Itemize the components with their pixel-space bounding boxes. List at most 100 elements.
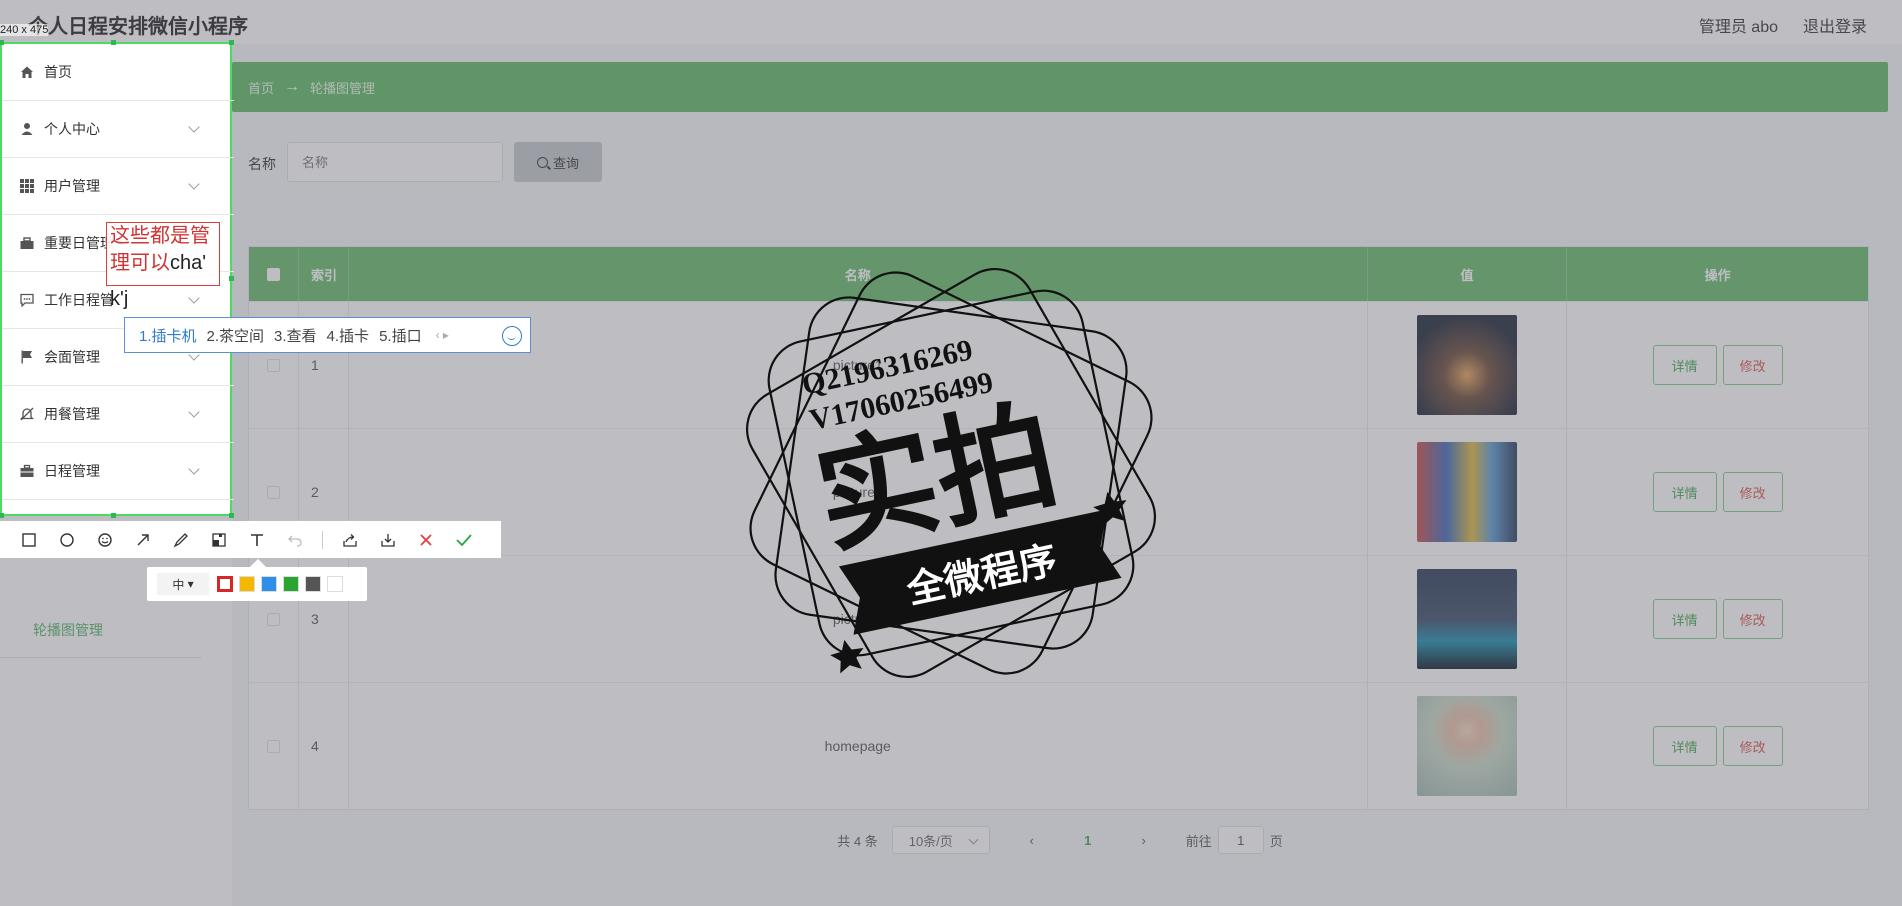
ime-page-arrows-icon[interactable]: ‹ ▸ bbox=[436, 328, 449, 342]
row-image-cell bbox=[1368, 683, 1568, 809]
admin-label: 管理员 abo bbox=[1698, 19, 1778, 36]
prev-page-icon[interactable]: ‹ bbox=[1020, 833, 1044, 848]
top-bar: 个人日程安排微信小程序 管理员 abo 退出登录 bbox=[0, 0, 1902, 44]
select-all-checkbox[interactable] bbox=[266, 267, 280, 281]
page-size-select[interactable]: 10条/页 bbox=[891, 826, 990, 854]
header-value[interactable]: 值 bbox=[1368, 247, 1568, 301]
text-style-bar: 中 ▾ bbox=[147, 559, 367, 601]
detail-button[interactable]: 详情 bbox=[1652, 726, 1717, 766]
next-page-icon[interactable]: › bbox=[1132, 833, 1156, 848]
edit-button[interactable]: 修改 bbox=[1722, 472, 1783, 512]
resize-handle[interactable] bbox=[229, 513, 234, 518]
ime-candidate[interactable]: 1.插卡机 bbox=[139, 325, 197, 346]
ime-candidate[interactable]: 2.茶空间 bbox=[207, 325, 265, 346]
detail-button[interactable]: 详情 bbox=[1652, 472, 1717, 512]
sidebar-item-users[interactable]: 用户管理 bbox=[2, 158, 234, 215]
annotation-text-box[interactable]: 这些都是管理可以cha' bbox=[106, 222, 220, 286]
breadcrumb-current: 轮播图管理 bbox=[310, 80, 376, 96]
row-name: picture2 bbox=[349, 429, 1368, 555]
app-title: 个人日程安排微信小程序 bbox=[28, 16, 248, 38]
breadcrumb-arrow-icon: → bbox=[284, 78, 301, 95]
goto-suffix: 页 bbox=[1269, 833, 1283, 849]
goto-page-input[interactable]: 1 bbox=[1217, 826, 1264, 854]
bell-off-icon bbox=[20, 407, 34, 421]
annotation-typing: cha' bbox=[170, 252, 207, 274]
ime-candidate[interactable]: 4.插卡 bbox=[327, 325, 370, 346]
sidebar-item-personal[interactable]: 个人中心 bbox=[2, 101, 234, 158]
resize-handle[interactable] bbox=[0, 40, 4, 45]
ime-candidate[interactable]: 5.插口 bbox=[379, 325, 422, 346]
resize-handle[interactable] bbox=[0, 513, 4, 518]
resize-handle[interactable] bbox=[229, 40, 234, 45]
row-image-cell bbox=[1368, 556, 1568, 682]
emoji-tool-icon[interactable] bbox=[94, 529, 116, 551]
row-image-cell bbox=[1368, 302, 1568, 428]
edit-button[interactable]: 修改 bbox=[1722, 599, 1783, 639]
download-icon[interactable] bbox=[377, 529, 399, 551]
portrait-thumbnail[interactable] bbox=[1417, 696, 1517, 796]
color-swatch-green[interactable] bbox=[283, 576, 299, 592]
close-icon[interactable] bbox=[415, 529, 437, 551]
goto-prefix: 前往 bbox=[1185, 833, 1212, 849]
sidebar-item-schedule[interactable]: 日程管理 bbox=[2, 443, 234, 500]
undo-icon[interactable] bbox=[284, 529, 306, 551]
confirm-check-icon[interactable] bbox=[453, 529, 475, 551]
row-checkbox[interactable] bbox=[266, 739, 280, 753]
row-index: 4 bbox=[299, 683, 349, 809]
share-icon[interactable] bbox=[339, 529, 361, 551]
sidebar-item-meals[interactable]: 用餐管理 bbox=[2, 386, 234, 443]
search-icon bbox=[536, 156, 548, 168]
resize-handle[interactable] bbox=[111, 40, 116, 45]
briefcase-icon bbox=[20, 237, 34, 249]
search-button[interactable]: 查询 bbox=[514, 142, 602, 182]
sidebar-item-label: 日程管理 bbox=[44, 463, 100, 479]
pen-tool-icon[interactable] bbox=[170, 529, 192, 551]
resize-handle[interactable] bbox=[229, 276, 234, 281]
header-index[interactable]: 索引 bbox=[299, 247, 349, 301]
color-swatch-white[interactable] bbox=[327, 576, 343, 592]
row-checkbox[interactable] bbox=[266, 358, 280, 372]
main-content: 首页 → 轮播图管理 名称 查询 索引 名称 值 操作 1 picture1 详… bbox=[232, 44, 1902, 906]
row-image-cell bbox=[1368, 429, 1568, 555]
sidebar-subitem-carousel[interactable]: 轮播图管理 bbox=[0, 602, 202, 658]
page-number[interactable]: 1 bbox=[1076, 833, 1100, 848]
font-size-select[interactable]: 中 ▾ bbox=[157, 573, 209, 595]
edit-button[interactable]: 修改 bbox=[1722, 345, 1783, 385]
color-swatch-gray[interactable] bbox=[305, 576, 321, 592]
row-checkbox[interactable] bbox=[266, 612, 280, 626]
rectangle-tool-icon[interactable] bbox=[18, 529, 40, 551]
header-name[interactable]: 名称 bbox=[349, 247, 1368, 301]
ellipse-tool-icon[interactable] bbox=[56, 529, 78, 551]
toolbar-divider bbox=[322, 530, 323, 549]
chevron-down-icon bbox=[188, 292, 200, 304]
color-swatch-yellow[interactable] bbox=[239, 576, 255, 592]
search-label: 名称 bbox=[248, 156, 276, 172]
city-night-thumbnail[interactable] bbox=[1417, 315, 1517, 415]
color-swatch-red[interactable] bbox=[217, 576, 233, 592]
logout-link[interactable]: 退出登录 bbox=[1803, 13, 1867, 37]
detail-button[interactable]: 详情 bbox=[1652, 345, 1717, 385]
city-colorful-thumbnail[interactable] bbox=[1417, 442, 1517, 542]
chevron-down-icon bbox=[188, 121, 200, 133]
chevron-down-icon bbox=[188, 463, 200, 475]
resize-handle[interactable] bbox=[111, 513, 116, 518]
chat-icon bbox=[20, 293, 34, 307]
search-input[interactable] bbox=[287, 142, 503, 182]
row-checkbox[interactable] bbox=[266, 485, 280, 499]
color-swatch-blue[interactable] bbox=[261, 576, 277, 592]
ime-candidate[interactable]: 3.查看 bbox=[274, 325, 317, 346]
row-name: homepage bbox=[349, 683, 1368, 809]
row-actions: 详情 修改 bbox=[1567, 556, 1868, 682]
selection-size-label: 240 x 475 bbox=[0, 24, 49, 36]
arrow-tool-icon[interactable] bbox=[132, 529, 154, 551]
bridge-night-thumbnail[interactable] bbox=[1417, 569, 1517, 669]
breadcrumb-home[interactable]: 首页 bbox=[248, 78, 274, 97]
edit-button[interactable]: 修改 bbox=[1722, 726, 1783, 766]
text-tool-icon[interactable] bbox=[246, 529, 268, 551]
emoji-icon[interactable] bbox=[502, 326, 522, 346]
flag-icon bbox=[21, 350, 32, 364]
detail-button[interactable]: 详情 bbox=[1652, 599, 1717, 639]
sidebar-item-home[interactable]: 首页 bbox=[2, 44, 234, 101]
chevron-down-icon bbox=[188, 406, 200, 418]
mosaic-tool-icon[interactable] bbox=[208, 529, 230, 551]
